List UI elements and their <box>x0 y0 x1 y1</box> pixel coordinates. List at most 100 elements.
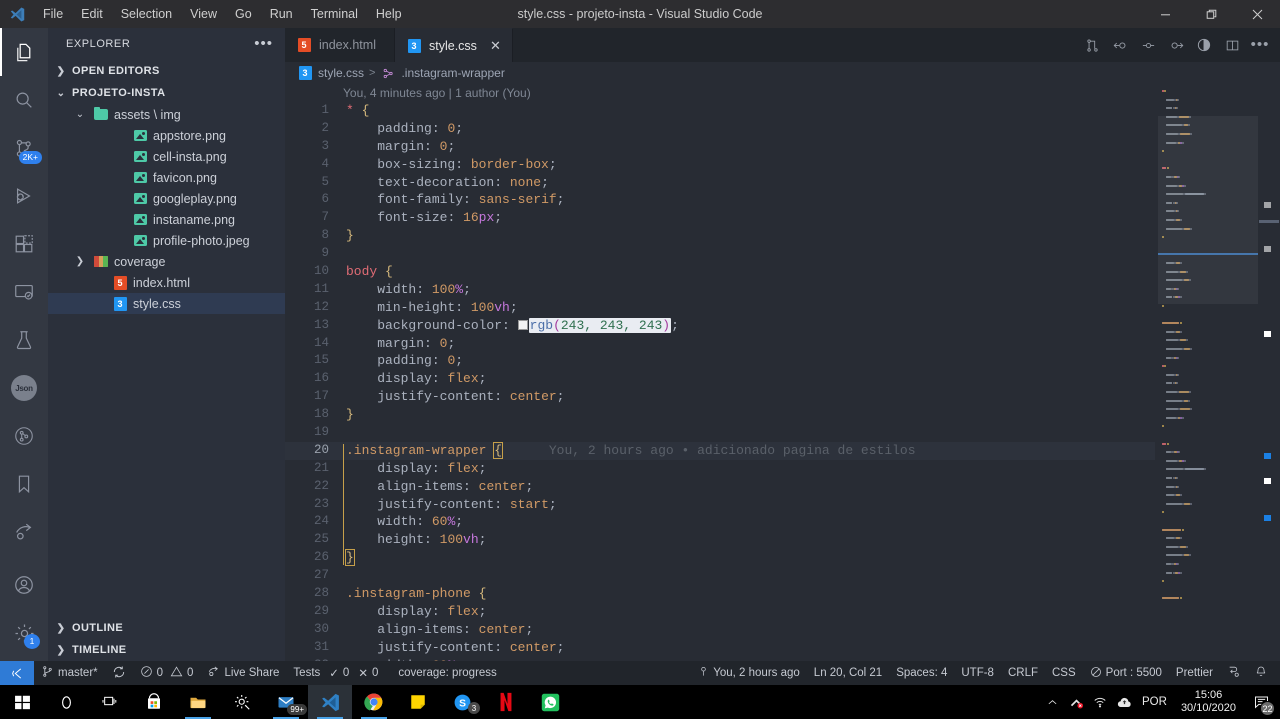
coverage-icon[interactable] <box>1190 28 1218 62</box>
code-line[interactable]: 8} <box>285 227 1280 245</box>
microsoft-store-icon[interactable] <box>132 685 176 719</box>
code-line[interactable]: 30 align-items: center; <box>285 621 1280 639</box>
code-text[interactable]: width: 100%; <box>346 281 471 299</box>
color-value[interactable]: rgb(243, 243, 243) <box>528 317 672 333</box>
sidebar-item-explorer[interactable] <box>0 28 48 76</box>
file-explorer-icon[interactable] <box>176 685 220 719</box>
status-indentation[interactable]: Spaces: 4 <box>889 661 954 685</box>
split-editor-icon[interactable] <box>1078 28 1106 62</box>
code-line[interactable]: 18} <box>285 406 1280 424</box>
breadcrumb-file[interactable]: style.css <box>318 66 364 80</box>
status-live-share[interactable]: Live Share <box>200 661 286 685</box>
code-text[interactable]: } <box>346 406 354 424</box>
code-line[interactable]: 29 display: flex; <box>285 603 1280 621</box>
status-tests[interactable]: Tests ✓ 0 ✕ 0 <box>286 661 385 685</box>
code-text[interactable]: padding: 0; <box>346 120 463 138</box>
tree-item-favicon-png[interactable]: favicon.png <box>48 167 285 188</box>
sidebar-item-accounts[interactable] <box>0 561 48 609</box>
status-cursor-position[interactable]: Ln 20, Col 21 <box>807 661 889 685</box>
sidebar-item-testing[interactable] <box>0 316 48 364</box>
code-line[interactable]: 11 width: 100%; <box>285 281 1280 299</box>
code-line[interactable]: 15 padding: 0; <box>285 352 1280 370</box>
code-text[interactable]: margin: 0; <box>346 138 455 156</box>
restore-icon[interactable] <box>1188 0 1234 28</box>
code-text[interactable]: font-size: 16px; <box>346 209 502 227</box>
code-line[interactable]: 24 width: 60%; <box>285 513 1280 531</box>
minimap-slider[interactable] <box>1158 116 1258 304</box>
menu-go[interactable]: Go <box>226 3 261 25</box>
code-text[interactable]: } <box>345 549 355 567</box>
system-tray[interactable]: POR 15:06 30/10/2020 22 <box>1040 685 1280 719</box>
menu-file[interactable]: File <box>34 3 72 25</box>
close-icon[interactable] <box>1234 0 1280 28</box>
more-actions-icon[interactable]: ••• <box>1246 28 1274 62</box>
code-text[interactable]: width: 60%; <box>346 513 463 531</box>
menu-selection[interactable]: Selection <box>112 3 181 25</box>
breadcrumb-symbol[interactable]: .instagram-wrapper <box>401 66 504 80</box>
ellipsis-icon[interactable]: ••• <box>254 36 273 51</box>
sidebar-item-run-and-debug[interactable] <box>0 172 48 220</box>
code-editor[interactable]: You, 4 minutes ago | 1 author (You) 1 * {… <box>285 84 1280 661</box>
code-line[interactable]: 13 background-color: rgb(243, 243, 243); <box>285 317 1280 335</box>
section-outline[interactable]: ❯ OUTLINE <box>48 617 285 639</box>
status-bar[interactable]: master* 0 0 Live Share Tests ✓ 0 ✕ 0 cov… <box>0 661 1280 685</box>
status-prettier[interactable]: Prettier <box>1169 661 1220 685</box>
sidebar-item-source-control[interactable]: 2K+ <box>0 124 48 172</box>
code-line[interactable]: 1 * { <box>285 102 1280 120</box>
file-tree[interactable]: ⌄ assets \ img appstore.png cell-insta.p… <box>48 104 285 314</box>
sidebar-item-remote-explorer[interactable] <box>0 268 48 316</box>
code-line[interactable]: 7 font-size: 16px; <box>285 209 1280 227</box>
status-notifications[interactable] <box>1248 661 1274 685</box>
sidebar-item-live-share[interactable] <box>0 508 48 556</box>
code-lines[interactable]: 1 * {2 padding: 0; 3 margin: 0; 4 box-sizin… <box>285 102 1280 661</box>
menu-run[interactable]: Run <box>261 3 302 25</box>
code-line[interactable]: 27 <box>285 567 1280 585</box>
overview-ruler-scrollbar[interactable] <box>1258 84 1280 661</box>
code-line[interactable]: 20 .instagram-wrapper { You, 2 hours ago … <box>285 441 1155 460</box>
visual-studio-code-icon[interactable] <box>308 685 352 719</box>
menu-view[interactable]: View <box>181 3 226 25</box>
code-line[interactable]: 23 justify-content: start; <box>285 496 1280 514</box>
code-line[interactable]: 21 display: flex; <box>285 460 1280 478</box>
status-screencast[interactable] <box>1220 661 1248 685</box>
breadcrumb[interactable]: 3 style.css > .instagram-wrapper <box>285 62 1280 84</box>
chevron-up-icon[interactable] <box>1040 685 1064 719</box>
code-line[interactable]: 26} <box>285 549 1280 567</box>
tree-item-appstore-png[interactable]: appstore.png <box>48 125 285 146</box>
go-back-icon[interactable] <box>1106 28 1134 62</box>
tab-style-css[interactable]: 3 style.css ✕ <box>395 28 513 62</box>
code-line[interactable]: 9 <box>285 245 1280 263</box>
status-eol[interactable]: CRLF <box>1001 661 1045 685</box>
code-text[interactable]: padding: 0; <box>346 352 463 370</box>
tree-item-cell-insta-png[interactable]: cell-insta.png <box>48 146 285 167</box>
task-view-icon[interactable] <box>88 685 132 719</box>
menu-terminal[interactable]: Terminal <box>302 3 367 25</box>
section-projeto-insta[interactable]: ⌄ PROJETO-INSTA <box>48 82 285 104</box>
remote-window-icon[interactable] <box>0 661 34 685</box>
section-timeline[interactable]: ❯ TIMELINE <box>48 639 285 661</box>
code-line[interactable]: 25 height: 100vh; <box>285 531 1280 549</box>
netflix-icon[interactable] <box>484 685 528 719</box>
language-indicator[interactable]: POR <box>1136 685 1173 719</box>
code-text[interactable]: min-height: 100vh; <box>346 299 517 317</box>
sticky-notes-icon[interactable] <box>396 685 440 719</box>
wifi-icon[interactable] <box>1088 685 1112 719</box>
code-text[interactable]: .instagram-phone { <box>346 585 486 603</box>
network-error-icon[interactable] <box>1064 685 1088 719</box>
tree-item-googleplay-png[interactable]: googleplay.png <box>48 188 285 209</box>
code-text[interactable]: font-family: sans-serif; <box>346 191 564 209</box>
code-line[interactable]: 6 font-family: sans-serif; <box>285 191 1280 209</box>
sidebar-item-bookmarks[interactable] <box>0 460 48 508</box>
skype-icon[interactable]: S 3 <box>440 685 484 719</box>
status-language-mode[interactable]: CSS <box>1045 661 1083 685</box>
cloud-icon[interactable] <box>1112 685 1136 719</box>
tree-item-profile-photo-jpeg[interactable]: profile-photo.jpeg <box>48 230 285 251</box>
code-text[interactable]: display: flex; <box>346 460 486 478</box>
code-text[interactable]: * { <box>346 102 369 120</box>
code-text[interactable]: .instagram-wrapper { You, 2 hours ago • … <box>346 441 916 460</box>
code-text[interactable]: align-items: center; <box>346 621 533 639</box>
sidebar-item-git-graph[interactable] <box>0 412 48 460</box>
tree-item-style-css[interactable]: 3 style.css <box>48 293 285 314</box>
code-line[interactable]: 5 text-decoration: none; <box>285 174 1280 192</box>
window-controls[interactable] <box>1142 0 1280 28</box>
